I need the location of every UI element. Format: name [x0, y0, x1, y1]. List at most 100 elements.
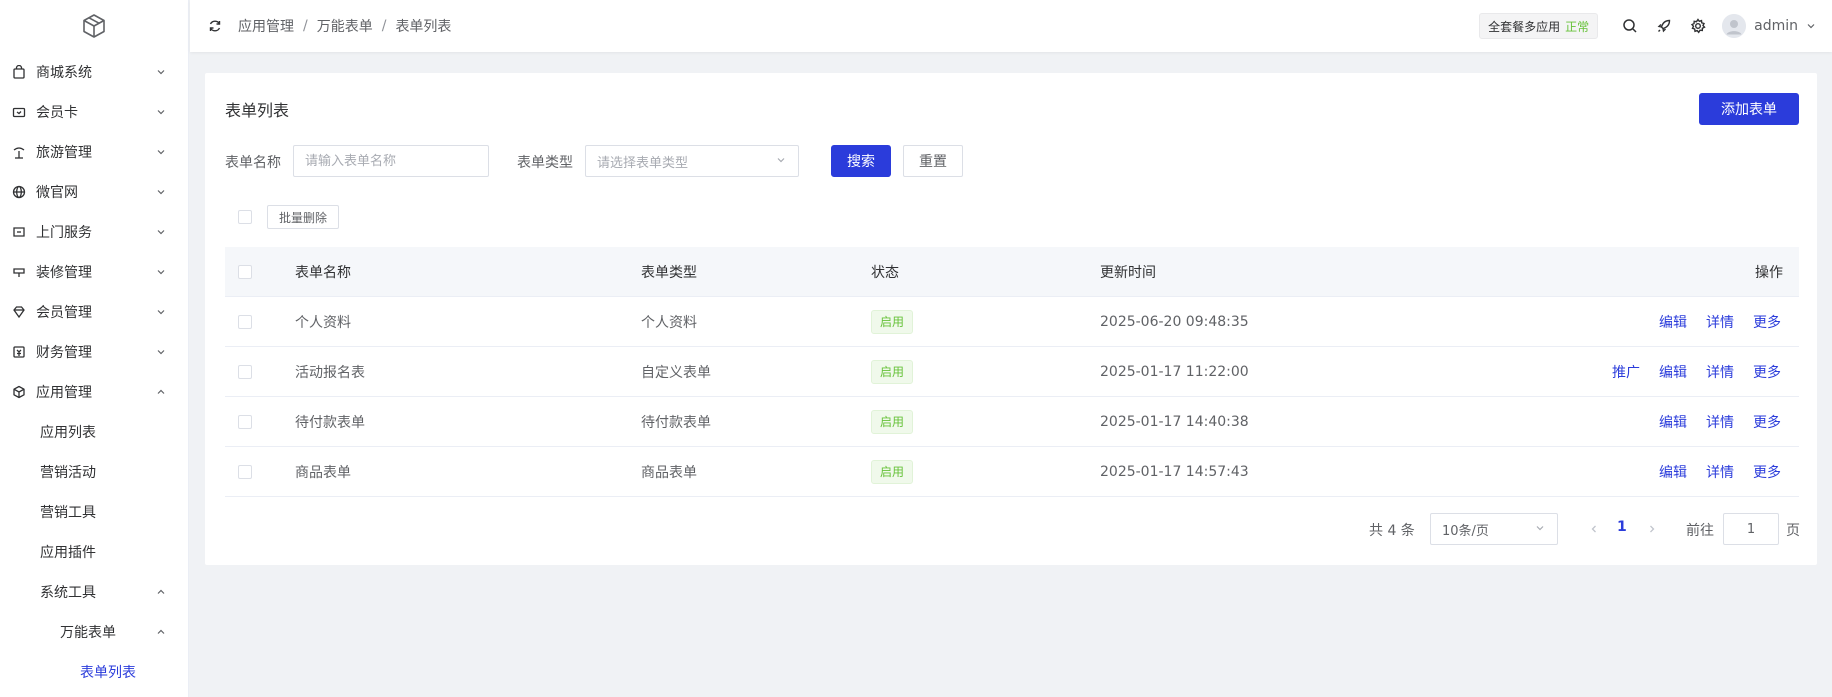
avatar[interactable] — [1722, 14, 1747, 38]
rocket-icon[interactable] — [1656, 18, 1672, 34]
sidebar-item-label: 万能表单 — [60, 625, 116, 641]
chevron-down-icon — [1535, 522, 1545, 537]
sidebar-item-onsite-service[interactable]: 上门服务 — [0, 212, 188, 252]
table-row: 待付款表单 待付款表单 启用 2025-01-17 14:40:38 编辑 详情… — [225, 397, 1799, 447]
table-header: 表单名称 表单类型 状态 更新时间 操作 — [225, 247, 1799, 297]
more-link[interactable]: 更多 — [1753, 462, 1781, 482]
edit-link[interactable]: 编辑 — [1659, 412, 1687, 432]
sidebar-item-app-mgmt[interactable]: 应用管理 — [0, 372, 188, 412]
edit-link[interactable]: 编辑 — [1659, 362, 1687, 382]
select-all-checkbox[interactable] — [238, 210, 252, 224]
chevron-down-icon — [156, 347, 166, 357]
gear-icon[interactable] — [1690, 18, 1706, 34]
row-checkbox[interactable] — [238, 315, 252, 329]
paint-icon — [11, 264, 27, 280]
sidebar: 商城系统 会员卡 旅游管理 微官网 上门服务 装修管理 会员管理 财务管理 应用… — [0, 0, 189, 697]
edit-link[interactable]: 编辑 — [1659, 312, 1687, 332]
form-type-cell: 个人资料 — [641, 314, 697, 331]
detail-link[interactable]: 详情 — [1706, 362, 1734, 382]
form-type-label: 表单类型 — [517, 155, 573, 171]
diamond-icon — [11, 304, 27, 320]
sidebar-item-app-list[interactable]: 应用列表 — [0, 412, 188, 452]
breadcrumb-item[interactable]: 应用管理 — [238, 16, 294, 36]
form-type-cell: 自定义表单 — [641, 364, 711, 381]
more-link[interactable]: 更多 — [1753, 412, 1781, 432]
sidebar-item-decoration[interactable]: 装修管理 — [0, 252, 188, 292]
page-number-current[interactable]: 1 — [1617, 519, 1627, 535]
chevron-down-icon — [156, 187, 166, 197]
form-type-select[interactable]: 请选择表单类型 — [585, 145, 799, 177]
sidebar-item-membercard[interactable]: 会员卡 — [0, 92, 188, 132]
row-actions: 推广 编辑 详情 更多 — [1612, 362, 1781, 382]
sidebar-item-travel[interactable]: 旅游管理 — [0, 132, 188, 172]
more-link[interactable]: 更多 — [1753, 312, 1781, 332]
sidebar-item-microsite[interactable]: 微官网 — [0, 172, 188, 212]
globe-icon — [11, 184, 27, 200]
chevron-up-icon — [156, 387, 166, 397]
breadcrumb-current: 表单列表 — [395, 19, 452, 35]
finance-icon — [11, 344, 27, 360]
form-list-card: 表单列表 添加表单 表单名称 表单类型 请选择表单类型 搜索 重置 批量删除 表… — [205, 73, 1817, 565]
service-icon — [11, 224, 27, 240]
column-header-updated: 更新时间 — [1100, 264, 1156, 281]
row-checkbox[interactable] — [238, 465, 252, 479]
next-page-icon[interactable] — [1644, 521, 1660, 537]
header-checkbox[interactable] — [238, 265, 252, 279]
breadcrumb-separator: / — [381, 18, 387, 34]
sidebar-item-label: 商城系统 — [36, 65, 92, 81]
refresh-icon[interactable] — [208, 19, 222, 33]
username[interactable]: admin — [1754, 18, 1798, 34]
breadcrumb-item[interactable]: 万能表单 — [317, 16, 373, 36]
goto-page-input[interactable] — [1723, 513, 1779, 545]
promote-link[interactable]: 推广 — [1612, 362, 1640, 382]
sidebar-item-marketing-tools[interactable]: 营销工具 — [0, 492, 188, 532]
sidebar-item-universal-form[interactable]: 万能表单 — [0, 612, 188, 652]
sidebar-item-mall[interactable]: 商城系统 — [0, 52, 188, 92]
sidebar-item-system-tools[interactable]: 系统工具 — [0, 572, 188, 612]
header-right: 全套餐多应用 正常 admin — [1479, 13, 1816, 39]
table-row: 活动报名表 自定义表单 启用 2025-01-17 11:22:00 推广 编辑… — [225, 347, 1799, 397]
breadcrumb-separator: / — [303, 18, 308, 34]
search-icon[interactable] — [1622, 18, 1638, 34]
plan-status: 正常 — [1565, 19, 1590, 34]
sidebar-item-label: 营销工具 — [40, 505, 96, 521]
edit-link[interactable]: 编辑 — [1659, 462, 1687, 482]
chevron-down-icon — [156, 267, 166, 277]
chevron-down-icon[interactable] — [1806, 21, 1816, 31]
detail-link[interactable]: 详情 — [1706, 462, 1734, 482]
updated-time-cell: 2025-01-17 11:22:00 — [1100, 363, 1249, 380]
table-row: 个人资料 个人资料 启用 2025-06-20 09:48:35 编辑 详情 更… — [225, 297, 1799, 347]
sidebar-item-label: 系统工具 — [40, 585, 96, 601]
detail-link[interactable]: 详情 — [1706, 412, 1734, 432]
sidebar-item-finance[interactable]: 财务管理 — [0, 332, 188, 372]
page-size-value: 10条/页 — [1442, 523, 1489, 539]
sidebar-item-label: 表单列表 — [80, 665, 136, 681]
sidebar-item-app-plugins[interactable]: 应用插件 — [0, 532, 188, 572]
sidebar-item-member-mgmt[interactable]: 会员管理 — [0, 292, 188, 332]
chevron-up-icon — [156, 587, 166, 597]
batch-delete-button[interactable]: 批量删除 — [267, 205, 339, 229]
row-checkbox[interactable] — [238, 415, 252, 429]
sidebar-item-form-list[interactable]: 表单列表 — [0, 652, 188, 692]
page-suffix: 页 — [1786, 523, 1800, 539]
reset-button[interactable]: 重置 — [903, 145, 963, 177]
more-link[interactable]: 更多 — [1753, 362, 1781, 382]
logo[interactable] — [0, 0, 188, 52]
page-size-select[interactable]: 10条/页 — [1430, 513, 1558, 545]
form-name-input[interactable] — [293, 145, 489, 177]
top-header: 应用管理 / 万能表单 / 表单列表 全套餐多应用 正常 admin — [190, 0, 1832, 52]
card-icon — [11, 104, 27, 120]
add-form-button[interactable]: 添加表单 — [1699, 93, 1799, 125]
sidebar-item-label: 应用插件 — [40, 545, 96, 561]
form-name-cell: 待付款表单 — [295, 414, 365, 431]
column-header-name: 表单名称 — [295, 264, 351, 281]
detail-link[interactable]: 详情 — [1706, 312, 1734, 332]
search-button[interactable]: 搜索 — [831, 145, 891, 177]
chevron-down-icon — [156, 307, 166, 317]
palm-icon — [11, 144, 27, 160]
sidebar-item-label: 应用列表 — [40, 425, 96, 441]
sidebar-item-marketing-activity[interactable]: 营销活动 — [0, 452, 188, 492]
prev-page-icon[interactable] — [1586, 521, 1602, 537]
sidebar-menu: 商城系统 会员卡 旅游管理 微官网 上门服务 装修管理 会员管理 财务管理 应用… — [0, 52, 188, 692]
row-checkbox[interactable] — [238, 365, 252, 379]
